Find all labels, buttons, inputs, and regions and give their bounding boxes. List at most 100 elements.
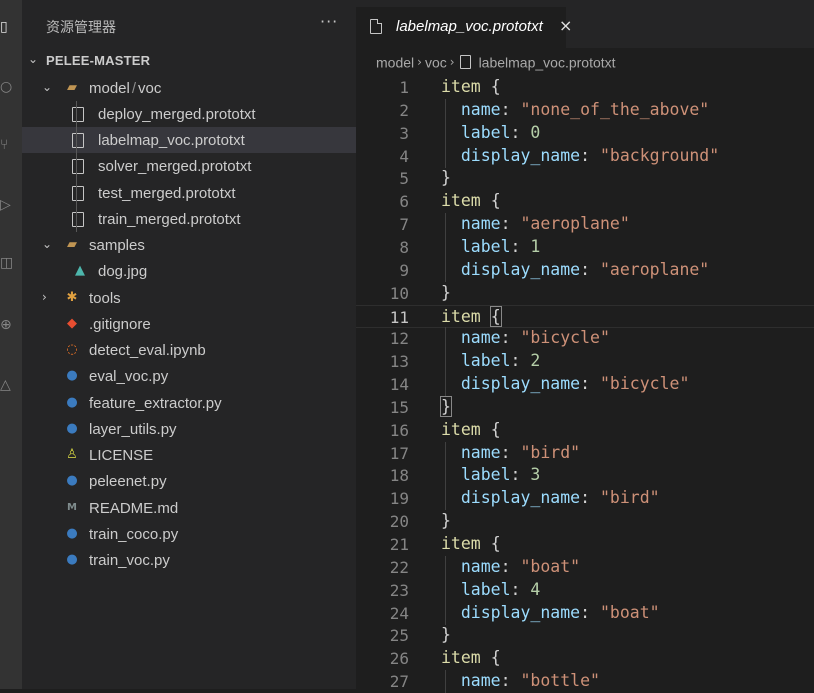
chevron-right-icon: › [449, 55, 455, 70]
code-line[interactable]: 9 display_name: "aeroplane" [356, 258, 814, 282]
code-line[interactable]: 3 label: 0 [356, 121, 814, 145]
tree-item[interactable]: train_merged.prototxt [22, 206, 356, 232]
file-icon [72, 185, 84, 201]
tree-item-label: deploy_merged.prototxt [98, 106, 256, 123]
line-number: 13 [389, 352, 409, 372]
code-line[interactable]: 1 item { [356, 76, 814, 99]
close-icon[interactable]: × [559, 16, 572, 35]
code-line[interactable]: 2 name: "none_of_the_above" [356, 98, 814, 122]
code-text: } [441, 511, 451, 530]
code-text: display_name: "boat" [460, 602, 660, 622]
tree-item-label: labelmap_voc.prototxt [98, 132, 245, 149]
tree-item-label: layer_utils.py [89, 421, 177, 438]
line-number: 22 [389, 557, 409, 577]
tree-item-name: layer_utils.py [89, 420, 177, 438]
tree-item[interactable]: ♙ LICENSE [22, 442, 356, 468]
tree-item-name: tools [89, 289, 121, 307]
source-control-icon[interactable]: ⑂ [0, 136, 22, 154]
tree-item[interactable]: ● eval_voc.py [22, 363, 356, 389]
tree-item[interactable]: solver_merged.prototxt [22, 153, 356, 179]
license-icon: ♙ [66, 447, 78, 462]
run-icon[interactable]: ▷ [0, 196, 22, 214]
code-text: display_name: "bicycle" [460, 374, 690, 394]
code-text: item { [441, 648, 501, 668]
code-line[interactable]: 17 name: "bird" [356, 441, 814, 465]
code-line[interactable]: 5} [356, 167, 814, 190]
breadcrumb-item-file[interactable]: labelmap_voc.prototxt [479, 54, 616, 70]
tree-item-name: LICENSE [89, 447, 154, 464]
python-icon: ● [66, 473, 78, 489]
code-line[interactable]: 11 item { [356, 304, 814, 328]
tree-item[interactable]: test_merged.prototxt [22, 180, 356, 206]
explorer-title: 资源管理器 [46, 20, 116, 36]
image-file-icon: ▲ [75, 263, 85, 279]
line-number: 25 [389, 626, 409, 646]
tree-item-name: README.md [89, 499, 179, 517]
code-line[interactable]: 13 label: 2 [356, 350, 814, 374]
breadcrumb-item-model[interactable]: model [376, 54, 414, 70]
line-number: 6 [399, 192, 409, 212]
line-number: 10 [389, 283, 409, 303]
code-editor[interactable]: 1 item {2 name: "none_of_the_above" 3 labe… [356, 76, 814, 693]
workspace-section-header[interactable]: ⌄ PELEE-MASTER [22, 48, 356, 74]
tree-item[interactable]: ◆ .gitignore [22, 311, 356, 337]
tree-item[interactable]: ● feature_extractor.py [22, 390, 356, 416]
tree-item[interactable]: ● layer_utils.py [22, 416, 356, 442]
code-text: item { [441, 419, 501, 439]
code-line[interactable]: 14 display_name: "bicycle" [356, 373, 814, 397]
line-number: 15 [389, 397, 409, 417]
code-line[interactable]: 18 label: 3 [356, 464, 814, 488]
tree-item[interactable]: ◌ detect_eval.ipynb [22, 337, 356, 363]
accounts-icon[interactable]: △ [0, 376, 22, 394]
code-line[interactable]: 25} [356, 624, 814, 647]
tree-item-label: feature_extractor.py [89, 395, 222, 412]
tree-item-name: solver_merged.prototxt [98, 158, 252, 176]
code-line[interactable]: 6 item { [356, 190, 814, 213]
line-number: 1 [399, 78, 409, 97]
folder-open-icon: ▰ [67, 237, 77, 252]
code-line[interactable]: 8 label: 1 [356, 235, 814, 259]
tree-item-label: model / voc [89, 80, 161, 97]
tools-folder-icon: ✱ [66, 289, 78, 305]
remote-icon[interactable]: ⊕ [0, 316, 22, 334]
line-number: 7 [399, 215, 409, 235]
tree-item[interactable]: ▲ dog.jpg [22, 258, 356, 284]
more-actions-icon[interactable]: ··· [320, 12, 338, 31]
code-line[interactable]: 12 name: "bicycle" [356, 327, 814, 351]
tree-item[interactable]: ⌄ ▰ model / voc [22, 75, 356, 101]
code-line[interactable]: 19 display_name: "bird" [356, 487, 814, 511]
tree-item[interactable]: labelmap_voc.prototxt [22, 127, 356, 153]
files-icon[interactable]: ▯ [0, 18, 22, 36]
code-line[interactable]: 20} [356, 510, 814, 533]
code-line[interactable]: 15} [356, 395, 814, 419]
tree-item[interactable]: › ✱ tools [22, 285, 356, 311]
tree-item[interactable]: ● train_coco.py [22, 521, 356, 547]
code-text: display_name: "bird" [460, 488, 660, 508]
search-icon[interactable]: ○ [0, 78, 22, 96]
code-line[interactable]: 22 name: "boat" [356, 555, 814, 579]
code-line[interactable]: 24 display_name: "boat" [356, 601, 814, 625]
code-line[interactable]: 16 item { [356, 419, 814, 442]
line-number: 21 [389, 535, 409, 554]
code-line[interactable]: 23 label: 4 [356, 578, 814, 602]
tree-item[interactable]: deploy_merged.prototxt [22, 101, 356, 127]
line-number: 18 [389, 466, 409, 486]
tree-item[interactable]: ● train_voc.py [22, 547, 356, 573]
code-line[interactable]: 21 item { [356, 533, 814, 556]
code-line[interactable]: 4 display_name: "background" [356, 144, 814, 168]
code-line[interactable]: 26 item { [356, 647, 814, 670]
code-line[interactable]: 27 name: "bottle" [356, 670, 814, 693]
tree-item[interactable]: ⌄ ▰ samples [22, 232, 356, 258]
code-text: name: "bird" [460, 442, 581, 462]
line-number: 24 [389, 603, 409, 623]
code-text: name: "aeroplane" [460, 214, 630, 234]
breadcrumb-item-voc[interactable]: voc [425, 54, 447, 70]
tree-item-label: tools [89, 290, 121, 307]
code-line[interactable]: 10} [356, 282, 814, 305]
code-line[interactable]: 7 name: "aeroplane" [356, 213, 814, 237]
tab-labelmap-voc[interactable]: labelmap_voc.prototxt × [356, 7, 572, 48]
tree-item[interactable]: ● peleenet.py [22, 468, 356, 494]
tree-item-name: .gitignore [89, 315, 151, 333]
extensions-icon[interactable]: ◫ [0, 254, 22, 272]
tree-item[interactable]: M README.md [22, 495, 356, 521]
